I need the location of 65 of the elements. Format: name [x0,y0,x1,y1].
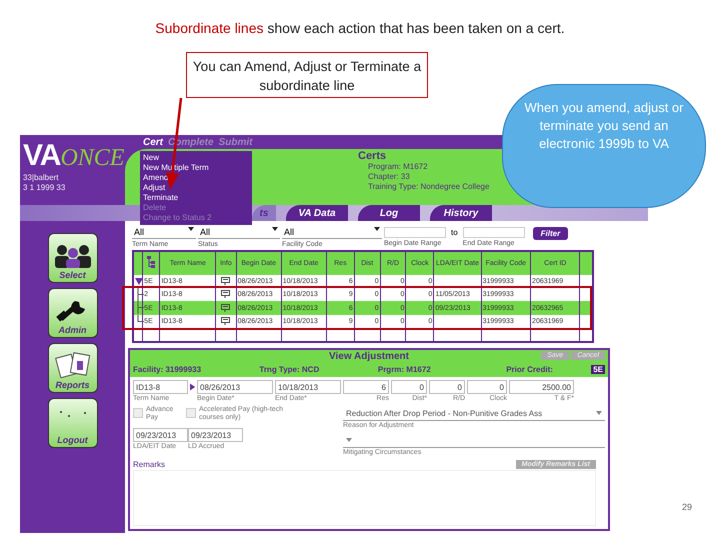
expand-icon[interactable] [135,278,143,285]
panel-title: View Adjustment [328,351,409,364]
user-info: 3 1 1999 33 [23,183,66,193]
status-badge: 5E [591,365,605,374]
date-field[interactable]: 09/23/2013 [188,428,243,442]
date-field[interactable]: 09/23/2013 [133,428,188,442]
caret-icon [188,227,194,231]
input-field[interactable]: 2500.00 [509,380,574,394]
filter-dropdown[interactable]: All [282,227,382,239]
input-field[interactable]: 0 [391,380,427,394]
slide-caption: Subordinate lines show each action that has been taken on a cert. [154,20,566,36]
filter-dropdown[interactable]: All [132,227,196,239]
panel-info: Facility: 31999933 [133,365,202,374]
caret-icon [346,438,352,442]
note-icon[interactable] [221,304,230,312]
sidebar-button[interactable]: Logout [48,398,98,448]
note-icon[interactable] [221,317,230,326]
sidebar-button[interactable]: Admin [48,288,98,338]
sidebar-button[interactable]: Select [48,233,98,283]
input-field[interactable]: 10/18/2013 [275,380,341,394]
tree-line [135,301,144,314]
remarks-field[interactable] [133,470,596,526]
panel-info: Prior Credit: [506,365,554,374]
dropdown[interactable]: Reduction After Drop Period - Non-Punitive Grades Ass [343,406,605,422]
page-number: 29 [682,502,692,512]
menu-item[interactable]: New [143,153,249,163]
caret-icon [596,411,602,416]
note-icon[interactable] [221,290,230,298]
callout-box: You can Amend, Adjust or Terminate a subordinate line [186,52,428,98]
caret-icon [374,227,380,231]
input-field[interactable]: 0 [467,380,507,394]
sidebar-button[interactable]: Reports [48,343,98,393]
input-field[interactable]: 08/26/2013 [197,380,273,394]
range-separator: to [451,228,458,237]
menu-item[interactable]: Terminate [143,193,249,203]
date-field[interactable] [384,227,446,238]
tab[interactable]: History [430,205,492,221]
tab[interactable]: VA Data [286,205,348,221]
cert-info: Chapter: 33 [367,172,411,182]
remarks-label: Remarks [133,460,166,470]
menu-item[interactable]: Cert [143,136,164,148]
tab[interactable]: Log [358,205,420,221]
tree-line [135,288,144,301]
checkbox[interactable] [186,408,196,418]
checkbox[interactable] [133,408,143,418]
cert-info: Training Type: Nondegree College [367,182,490,192]
input-field[interactable]: 0 [429,380,465,394]
input-field[interactable]: 6 [343,380,389,394]
app-logo: VAONCE [23,139,124,173]
people-icon [52,244,92,268]
input-field[interactable]: ID13-8 [133,380,188,394]
user-info: 33|balbert [23,173,60,183]
cloud-callout: When you amend, adjust or terminate you send an electronic 1999b to VA [502,84,706,208]
cert-info: Program: M1672 [367,162,429,172]
filter-button[interactable]: Filter [532,227,568,240]
page-title: Certs [358,150,388,162]
menu-item[interactable]: Adjust [143,183,249,193]
date-field[interactable] [462,227,525,238]
note-icon[interactable] [221,277,230,286]
documents-icon [54,352,90,378]
caret-icon [272,227,278,231]
hierarchy-icon [146,256,156,268]
filter-dropdown[interactable]: All [198,227,280,239]
panel-info: Trng Type: NCD [259,365,320,374]
panel-info: Prgrm: M1672 [378,365,432,374]
